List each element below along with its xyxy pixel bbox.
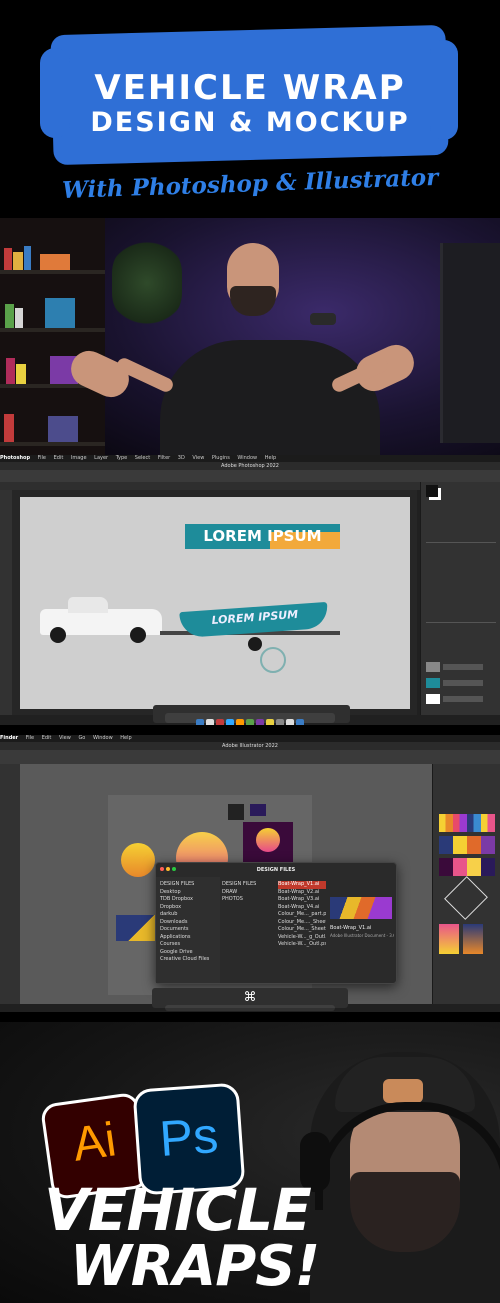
finder-window[interactable]: DESIGN FILES DESIGN FILES Desktop TDB Dr… bbox=[155, 862, 397, 984]
ai-logo-text: Ai bbox=[69, 1113, 120, 1172]
boat-text: LOREM IPSUM bbox=[211, 607, 299, 627]
file-vehicle-w-1[interactable]: Vehicle-W..._g_Outl.psd bbox=[278, 934, 326, 942]
canvas-headline: LOREM IPSUM bbox=[203, 527, 322, 545]
preview-filename: Boat-Wrap_V1.ai bbox=[330, 925, 372, 931]
plant bbox=[112, 238, 182, 328]
menu-item-file[interactable]: File bbox=[38, 455, 46, 461]
ps-canvas[interactable]: LOREM IPSUM LOREM IPSUM bbox=[20, 497, 410, 709]
ps-tools-panel[interactable] bbox=[0, 490, 12, 715]
minimize-button[interactable] bbox=[166, 867, 170, 871]
ai-dock[interactable] bbox=[165, 1005, 335, 1011]
swatch-row-2[interactable] bbox=[439, 836, 495, 854]
palm-icon bbox=[228, 804, 244, 820]
bookshelf bbox=[0, 218, 105, 455]
menu-item-view[interactable]: View bbox=[192, 455, 204, 461]
microphone bbox=[310, 313, 336, 325]
menu-item-file[interactable]: File bbox=[26, 735, 34, 741]
presenter-photo bbox=[0, 218, 500, 455]
menu-item-edit[interactable]: Edit bbox=[54, 455, 64, 461]
ps-options-bar[interactable] bbox=[0, 470, 500, 482]
sidebar-item-documents[interactable]: Documents bbox=[160, 926, 209, 934]
ps-right-panels[interactable] bbox=[420, 482, 500, 715]
swatch-row-3[interactable] bbox=[439, 858, 495, 876]
subtitle: With Photoshop & Illustrator bbox=[61, 163, 439, 204]
ai-control-bar[interactable] bbox=[0, 750, 500, 764]
ps-document-tabs[interactable] bbox=[0, 482, 420, 490]
ai-window-title: Adobe Illustrator 2022 bbox=[0, 742, 500, 750]
illustrator-screenshot: Finder File Edit View Go Window Help Ado… bbox=[0, 735, 500, 1012]
shape-icon bbox=[250, 804, 266, 816]
close-button[interactable] bbox=[160, 867, 164, 871]
finder-column-2: Boat-Wrap_V1.ai Boat-Wrap_V2.ai Boat-Wra… bbox=[278, 881, 326, 949]
menu-item-filter[interactable]: Filter bbox=[158, 455, 170, 461]
zoom-button[interactable] bbox=[172, 867, 176, 871]
folder-photos[interactable]: PHOTOS bbox=[222, 896, 274, 904]
file-boat-wrap-v1[interactable]: Boat-Wrap_V1.ai bbox=[278, 881, 326, 889]
menu-item-go[interactable]: Go bbox=[78, 735, 85, 741]
promo-section: Ai Ps VEHICLE WRAPS! bbox=[0, 1022, 500, 1303]
presenter-shirt bbox=[160, 340, 380, 455]
finder-column-1: DESIGN FILES DRAW PHOTOS bbox=[222, 881, 274, 904]
file-preview bbox=[330, 897, 392, 919]
menu-item-3d[interactable]: 3D bbox=[178, 455, 185, 461]
file-vehicle-w-2[interactable]: Vehicle-W..._Outl.psd bbox=[278, 941, 326, 949]
file-colour-me-2[interactable]: Colour_Me...._Sheet.psd bbox=[278, 919, 326, 927]
swatch-row[interactable] bbox=[439, 814, 495, 832]
title-line-1: VEHICLE WRAP bbox=[94, 68, 406, 108]
menu-item-edit[interactable]: Edit bbox=[42, 735, 52, 741]
menu-item-select[interactable]: Select bbox=[135, 455, 150, 461]
file-boat-wrap-v3[interactable]: Boat-Wrap_V3.ai bbox=[278, 896, 326, 904]
shape-preview bbox=[444, 876, 488, 920]
monitor bbox=[440, 243, 500, 443]
file-colour-me-3[interactable]: Colour_Me..._Sheet.psd bbox=[278, 926, 326, 934]
preview-meta: Adobe Illustrator Document - 3.6 MB bbox=[330, 933, 394, 938]
menu-item-view[interactable]: View bbox=[59, 735, 71, 741]
title-banner: VEHICLE WRAP DESIGN & MOCKUP With Photos… bbox=[0, 0, 500, 218]
menu-item-help[interactable]: Help bbox=[120, 735, 131, 741]
sunset-thumbnail bbox=[243, 822, 293, 862]
menu-item-photoshop[interactable]: Photoshop bbox=[0, 455, 30, 461]
menu-item-type[interactable]: Type bbox=[116, 455, 127, 461]
promo-word-1: VEHICLE bbox=[44, 1176, 312, 1244]
sidebar-item-tdb-dropbox[interactable]: TDB Dropbox bbox=[160, 896, 209, 904]
ai-swatches-panel[interactable] bbox=[432, 764, 500, 1004]
sidebar-item-courses[interactable]: Courses bbox=[160, 941, 209, 949]
file-colour-me-1[interactable]: Colour_Me..._part.psd bbox=[278, 911, 326, 919]
menu-item-help[interactable]: Help bbox=[265, 455, 276, 461]
ps-window-title: Adobe Photoshop 2022 bbox=[0, 462, 500, 470]
sidebar-item-downloads[interactable]: Downloads bbox=[160, 919, 209, 927]
sidebar-item-dropbox[interactable]: Dropbox bbox=[160, 904, 209, 912]
menu-item-window[interactable]: Window bbox=[93, 735, 113, 741]
sidebar-item-desktop[interactable]: Desktop bbox=[160, 889, 209, 897]
promo-word-2: WRAPS! bbox=[70, 1234, 320, 1299]
lorem-ipsum-banner: LOREM IPSUM bbox=[185, 524, 340, 549]
folder-draw[interactable]: DRAW bbox=[222, 889, 274, 897]
finder-sidebar: DESIGN FILES Desktop TDB Dropbox Dropbox… bbox=[156, 877, 220, 983]
finder-title: DESIGN FILES bbox=[256, 867, 296, 873]
file-boat-wrap-v2[interactable]: Boat-Wrap_V2.ai bbox=[278, 889, 326, 897]
menu-item-layer[interactable]: Layer bbox=[94, 455, 108, 461]
layer-thumbnail[interactable] bbox=[426, 662, 440, 672]
ps-menu-bar: Photoshop File Edit Image Layer Type Sel… bbox=[0, 455, 500, 462]
menu-item-window[interactable]: Window bbox=[237, 455, 257, 461]
menu-item-image[interactable]: Image bbox=[71, 455, 87, 461]
ps-logo-text: Ps bbox=[157, 1107, 220, 1167]
sidebar-item-google-drive[interactable]: Google Drive bbox=[160, 949, 209, 957]
cap-patch bbox=[383, 1079, 423, 1103]
ai-menu-bar: Finder File Edit View Go Window Help bbox=[0, 735, 500, 742]
file-boat-wrap-v4[interactable]: Boat-Wrap_V4.ai bbox=[278, 904, 326, 912]
menu-item-plugins[interactable]: Plugins bbox=[212, 455, 230, 461]
sidebar-item-applications[interactable]: Applications bbox=[160, 934, 209, 942]
ai-tools-panel[interactable] bbox=[0, 764, 20, 1004]
folder-design-files[interactable]: DESIGN FILES bbox=[222, 881, 274, 889]
cursor-ring bbox=[260, 647, 286, 673]
sidebar-item-design-files[interactable]: DESIGN FILES bbox=[160, 881, 209, 889]
sun-circle-small bbox=[121, 843, 155, 877]
photoshop-screenshot: Photoshop File Edit Image Layer Type Sel… bbox=[0, 455, 500, 725]
sidebar-item-darkub[interactable]: darkub bbox=[160, 911, 209, 919]
menu-item-finder[interactable]: Finder bbox=[0, 735, 18, 741]
ps-dock[interactable] bbox=[165, 713, 335, 725]
title-line-2: DESIGN & MOCKUP bbox=[90, 107, 410, 138]
sidebar-item-creative-cloud[interactable]: Creative Cloud Files bbox=[160, 956, 209, 964]
